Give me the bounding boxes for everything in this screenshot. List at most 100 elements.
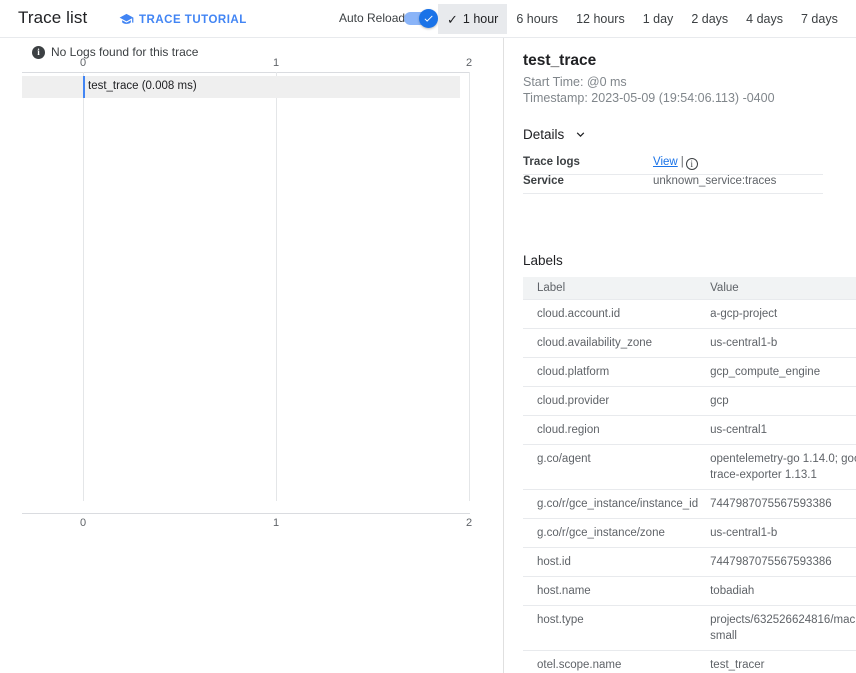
- range-button-1-hour[interactable]: ✓ 1 hour: [438, 4, 508, 34]
- detail-title: test_trace: [523, 52, 597, 69]
- table-row: cloud.availability_zone us-central1-b: [523, 328, 856, 358]
- waterfall-span-row[interactable]: test_trace (0.008 ms): [22, 76, 460, 98]
- details-section-toggle[interactable]: Details: [523, 127, 588, 142]
- label-key-cell: g.co/r/gce_instance/zone: [523, 518, 699, 548]
- labels-col-value: Value: [698, 277, 856, 300]
- label-key-cell: cloud.platform: [523, 357, 699, 387]
- range-button-14-days[interactable]: 14 days: [847, 4, 856, 34]
- page-title: Trace list: [18, 8, 88, 27]
- chart-bottom-axis: [22, 513, 470, 514]
- range-button-7-days[interactable]: 7 days: [792, 4, 847, 34]
- chart-tick-top: 0: [79, 57, 87, 69]
- meta-row-key: Service: [523, 175, 564, 187]
- table-row: g.co/r/gce_instance/zone us-central1-b: [523, 518, 856, 548]
- app-header: Trace list TRACE TUTORIAL Auto Reload ✓ 1…: [0, 0, 856, 38]
- trace-logs-view-link[interactable]: View: [653, 156, 678, 168]
- waterfall-chart: 0 1 2 0 1 2 test_trace (0.008 ms): [0, 57, 504, 529]
- table-row: host.name tobadiah: [523, 576, 856, 606]
- label-value-cell: gcp: [698, 386, 856, 416]
- range-button-4-days[interactable]: 4 days: [737, 4, 792, 34]
- chart-tick-bottom: 1: [272, 517, 280, 529]
- chart-tick-bottom: 2: [465, 517, 473, 529]
- meta-row: Service unknown_service:traces: [523, 175, 823, 194]
- range-button-6-hours[interactable]: 6 hours: [507, 4, 567, 34]
- meta-row-value: unknown_service:traces: [653, 175, 777, 187]
- trace-tutorial-label: TRACE TUTORIAL: [139, 13, 247, 26]
- table-row: g.co/r/gce_instance/instance_id 744798707…: [523, 489, 856, 519]
- labels-header-row: Label Value: [523, 277, 856, 300]
- label-value-cell: 7447987075567593386: [698, 489, 856, 519]
- range-button-label: 4 days: [746, 12, 783, 26]
- chart-gridline: [276, 72, 277, 501]
- label-value-cell: us-central1-b: [698, 328, 856, 358]
- table-row: cloud.platform gcp_compute_engine: [523, 357, 856, 387]
- chart-tick-top: 1: [272, 57, 280, 69]
- label-key-cell: cloud.provider: [523, 386, 699, 416]
- waterfall-span-label: test_trace (0.008 ms): [88, 80, 197, 92]
- details-section-label: Details: [523, 127, 565, 142]
- table-row: cloud.provider gcp: [523, 386, 856, 416]
- table-row: cloud.account.id a-gcp-project: [523, 299, 856, 329]
- chart-tick-top: 2: [465, 57, 473, 69]
- trace-tutorial-link[interactable]: TRACE TUTORIAL: [119, 12, 247, 27]
- label-value-cell: a-gcp-project: [698, 299, 856, 329]
- range-button-1-day[interactable]: 1 day: [634, 4, 683, 34]
- label-key-cell: g.co/r/gce_instance/instance_id: [523, 489, 699, 519]
- chart-gridline: [469, 72, 470, 501]
- info-filled-icon: i: [32, 45, 45, 59]
- label-value-cell: tobadiah: [698, 576, 856, 606]
- range-button-label: 12 hours: [576, 12, 625, 26]
- detail-start-time: Start Time: @0 ms: [523, 75, 627, 89]
- table-row: g.co/agentopentelemetry-go 1.14.0; googl…: [523, 444, 856, 490]
- range-button-2-days[interactable]: 2 days: [682, 4, 737, 34]
- graduation-cap-icon: [119, 12, 134, 27]
- detail-timestamp: Timestamp: 2023-05-09 (19:54:06.113) -04…: [523, 91, 775, 105]
- labels-table-head: Label Value: [523, 277, 856, 300]
- check-icon: ✓: [447, 11, 458, 27]
- label-value-cell: us-central1-b: [698, 518, 856, 548]
- span-detail-pane: test_trace Start Time: @0 ms Timestamp: …: [505, 38, 856, 673]
- chart-top-axis: [22, 72, 470, 73]
- range-button-label: 1 day: [642, 12, 674, 26]
- chart-tick-bottom: 0: [79, 517, 87, 529]
- chart-gridline: [83, 72, 84, 501]
- table-row: otel.scope.name test_tracer: [523, 650, 856, 673]
- range-button-label: 2 days: [691, 12, 729, 26]
- table-row: cloud.region us-central1: [523, 415, 856, 445]
- labels-table-body: cloud.account.id a-gcp-project cloud.avail…: [523, 299, 856, 673]
- label-key-cell: otel.scope.name: [523, 650, 699, 673]
- label-key-cell: host.type: [523, 605, 699, 651]
- meta-row-value: View | i: [653, 156, 698, 170]
- label-value-cell: opentelemetry-go 1.14.0; google-cloud-tr…: [698, 444, 856, 490]
- range-button-label: 7 days: [801, 12, 838, 26]
- labels-table: Label Value cloud.account.id a-gcp-projec…: [523, 277, 856, 673]
- label-value-cell: test_tracer: [698, 650, 856, 673]
- label-key-cell: cloud.account.id: [523, 299, 699, 329]
- trace-meta-table: Trace logs View | i Service unknown_service:t…: [523, 156, 823, 194]
- info-outline-icon[interactable]: i: [685, 158, 698, 170]
- range-button-12-hours[interactable]: 12 hours: [567, 4, 634, 34]
- auto-reload-toggle[interactable]: [404, 9, 439, 28]
- auto-reload-control[interactable]: Auto Reload: [339, 9, 439, 28]
- label-value-cell: projects/632526624816/machineTypes/e2-sm…: [698, 605, 856, 651]
- table-row: host.typeprojects/632526624816/machineTy…: [523, 605, 856, 651]
- range-button-label: 1 hour: [462, 12, 499, 26]
- toggle-thumb: [419, 9, 439, 28]
- label-key-cell: cloud.availability_zone: [523, 328, 699, 358]
- no-logs-notice: i No Logs found for this trace: [32, 45, 198, 59]
- label-key-cell: g.co/agent: [523, 444, 699, 490]
- labels-heading: Labels: [523, 253, 563, 268]
- label-value-cell: gcp_compute_engine: [698, 357, 856, 387]
- label-value-cell: us-central1: [698, 415, 856, 445]
- auto-reload-label: Auto Reload: [339, 11, 406, 25]
- range-button-label: 6 hours: [516, 12, 559, 26]
- label-key-cell: cloud.region: [523, 415, 699, 445]
- no-logs-text: No Logs found for this trace: [51, 45, 199, 59]
- label-key-cell: host.id: [523, 547, 699, 577]
- chevron-down-icon: [573, 127, 588, 142]
- trace-waterfall-pane: i No Logs found for this trace 0 1 2 0 1 2 tes…: [0, 38, 504, 673]
- separator: |: [680, 156, 684, 168]
- labels-col-label: Label: [523, 277, 699, 300]
- time-range-selector[interactable]: ✓ 1 hour 6 hours 12 hours 1 day 2 days 4 days 7…: [438, 4, 856, 34]
- meta-row: Trace logs View | i: [523, 156, 823, 175]
